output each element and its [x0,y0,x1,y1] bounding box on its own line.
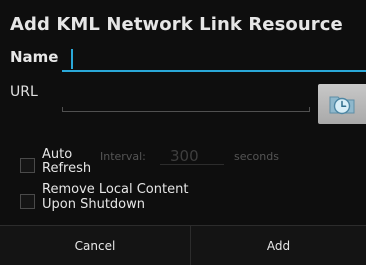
text-cursor [71,49,73,69]
interval-label: Interval: [100,150,146,163]
button-bar: Cancel Add [0,225,366,265]
seconds-label: seconds [234,150,279,163]
url-input[interactable] [62,94,310,112]
name-input[interactable] [62,46,366,72]
add-kml-dialog: Add KML Network Link Resource Name URL A… [0,0,366,265]
auto-refresh-checkbox[interactable] [20,158,35,173]
url-label: URL [10,84,38,100]
interval-input[interactable]: 300 [160,147,224,165]
cancel-button[interactable]: Cancel [0,226,190,265]
remove-local-checkbox[interactable] [20,194,35,209]
auto-refresh-label: Auto Refresh [42,147,92,176]
browse-button[interactable] [318,84,366,124]
name-input-underline [62,70,366,72]
name-label: Name [10,48,59,66]
interval-value: 300 [170,147,199,165]
folder-clock-icon [329,96,355,115]
dialog-title: Add KML Network Link Resource [10,14,343,35]
add-button[interactable]: Add [191,226,366,265]
remove-local-label: Remove Local Content Upon Shutdown [42,182,189,212]
url-input-underline [62,111,310,112]
